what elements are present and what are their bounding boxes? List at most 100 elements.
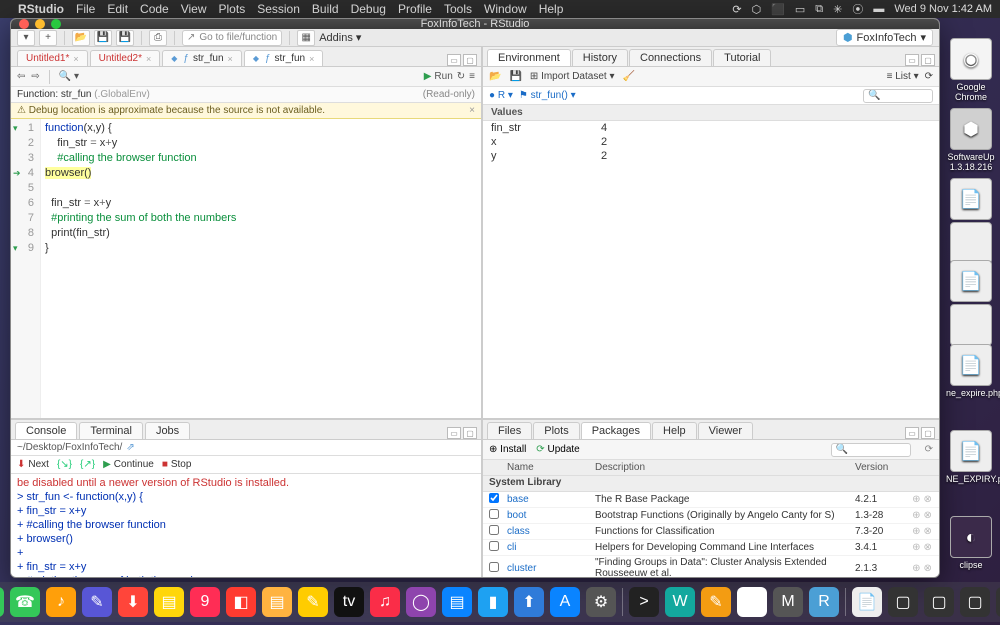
pane-min-icon[interactable]: ▭	[447, 427, 461, 439]
close-tab-icon[interactable]: ×	[146, 54, 151, 64]
dock-app[interactable]: ◧	[226, 587, 256, 617]
refresh-button[interactable]: ⟳	[925, 71, 933, 82]
menu-help[interactable]: Help	[539, 2, 564, 16]
env-tab-connections[interactable]: Connections	[629, 49, 712, 66]
save-workspace-button[interactable]: 💾	[509, 71, 521, 82]
fwd-button[interactable]: ⇨	[31, 71, 39, 82]
battery-icon[interactable]: ▬	[873, 3, 884, 15]
pkg-tab-viewer[interactable]: Viewer	[698, 422, 753, 439]
pane-max-icon[interactable]: ▢	[463, 54, 477, 66]
package-remove-icon[interactable]: ⊗	[924, 510, 932, 521]
package-checkbox[interactable]	[489, 493, 499, 503]
print-button[interactable]: ⎙	[149, 30, 167, 46]
dock-app[interactable]: R	[809, 587, 839, 617]
status-icon[interactable]: ▭	[795, 3, 805, 16]
dock-app[interactable]: ▢	[960, 587, 990, 617]
dock-app[interactable]: ◯	[406, 587, 436, 617]
menu-session[interactable]: Session	[257, 2, 300, 16]
refresh-packages-button[interactable]: ⟳	[925, 444, 933, 455]
new-file-button[interactable]: ▾	[17, 30, 35, 46]
package-name-link[interactable]: boot	[505, 510, 595, 521]
install-button[interactable]: ⊕ Install	[489, 444, 526, 455]
pkg-tab-packages[interactable]: Packages	[581, 422, 651, 439]
language-selector[interactable]: ● R ▾	[489, 90, 513, 101]
code-editor[interactable]: ▾123➔45678▾9 function(x,y) { fin_str = x…	[11, 119, 481, 418]
close-tab-icon[interactable]: ×	[73, 54, 78, 64]
goto-file-function[interactable]: ↗ Go to file/function	[182, 30, 282, 46]
package-checkbox[interactable]	[489, 541, 499, 551]
package-name-link[interactable]: class	[505, 526, 595, 537]
dock-app[interactable]: ⬆	[514, 587, 544, 617]
dock-app[interactable]: ▮	[478, 587, 508, 617]
dock-app[interactable]: ✎	[82, 587, 112, 617]
desktop-icon[interactable]: 📄ne_expire.php	[946, 344, 996, 398]
menu-view[interactable]: View	[181, 2, 207, 16]
menu-edit[interactable]: Edit	[107, 2, 128, 16]
pane-max-icon[interactable]: ▢	[921, 54, 935, 66]
console-output[interactable]: be disabled until a newer version of RSt…	[11, 474, 481, 578]
menu-profile[interactable]: Profile	[398, 2, 432, 16]
dock-app[interactable]: M	[773, 587, 803, 617]
pane-min-icon[interactable]: ▭	[905, 54, 919, 66]
save-all-button[interactable]: 💾	[116, 30, 134, 46]
package-web-icon[interactable]: ⊕	[912, 542, 920, 553]
menu-plots[interactable]: Plots	[219, 2, 246, 16]
import-dataset-button[interactable]: ⊞ Import Dataset ▾	[530, 71, 615, 82]
clock[interactable]: Wed 9 Nov 1:42 AM	[894, 3, 992, 15]
menu-window[interactable]: Window	[484, 2, 527, 16]
source-tab[interactable]: Untitled2* ×	[90, 50, 161, 66]
packages-search[interactable]	[831, 443, 911, 457]
function-scope[interactable]: ⚑ str_fun() ▾	[519, 90, 576, 101]
pkg-tab-files[interactable]: Files	[487, 422, 532, 439]
pkg-tab-help[interactable]: Help	[652, 422, 697, 439]
source-tab[interactable]: Untitled1* ×	[17, 50, 88, 66]
desktop-icon[interactable]: 📄	[946, 260, 996, 304]
clear-button[interactable]: 🧹	[622, 71, 634, 82]
status-icon[interactable]: ⬛	[771, 3, 785, 16]
debug-stop-button[interactable]: ■Stop	[162, 459, 192, 470]
dock-app[interactable]: tv	[334, 587, 364, 617]
console-tab-jobs[interactable]: Jobs	[145, 422, 190, 439]
menu-code[interactable]: Code	[140, 2, 169, 16]
package-checkbox[interactable]	[489, 509, 499, 519]
console-tab-terminal[interactable]: Terminal	[79, 422, 143, 439]
package-remove-icon[interactable]: ⊗	[924, 542, 932, 553]
status-icon[interactable]: ⬡	[752, 3, 762, 16]
close-warning-button[interactable]: ×	[469, 105, 475, 116]
pane-max-icon[interactable]: ▢	[921, 427, 935, 439]
source-tab[interactable]: ƒ str_fun ×	[162, 50, 242, 66]
update-button[interactable]: ⟳ Update	[536, 444, 579, 455]
package-name-link[interactable]: cli	[505, 542, 595, 553]
package-checkbox[interactable]	[489, 562, 499, 572]
status-icon[interactable]: ⟳	[732, 3, 741, 16]
env-variable-row[interactable]: y2	[483, 149, 939, 163]
dock-app[interactable]: ⚙	[586, 587, 616, 617]
find-button[interactable]: 🔍 ▾	[59, 71, 79, 82]
dock-app[interactable]: ▤	[154, 587, 184, 617]
environment-search[interactable]	[863, 89, 933, 103]
package-remove-icon[interactable]: ⊗	[924, 494, 932, 505]
view-mode-button[interactable]: ≡ List ▾	[887, 71, 919, 82]
pkg-tab-plots[interactable]: Plots	[533, 422, 579, 439]
load-workspace-button[interactable]: 📂	[489, 71, 501, 82]
pane-max-icon[interactable]: ▢	[463, 427, 477, 439]
desktop-icon[interactable]: ⬢SoftwareUp 1.3.18.216	[946, 108, 996, 172]
env-variable-row[interactable]: x2	[483, 135, 939, 149]
step-into-button[interactable]: {↘}	[57, 459, 72, 470]
console-tab-console[interactable]: Console	[15, 422, 77, 439]
env-variable-row[interactable]: fin_str4	[483, 121, 939, 135]
package-checkbox[interactable]	[489, 525, 499, 535]
dock-app[interactable]: ✉	[0, 587, 4, 617]
close-tab-icon[interactable]: ×	[228, 54, 233, 64]
open-file-button[interactable]: 📂	[72, 30, 90, 46]
bluetooth-icon[interactable]: ✳	[833, 3, 842, 16]
desktop-icon[interactable]: ◐clipse	[946, 516, 996, 570]
desktop-icon[interactable]: 📄NE_EXPIRY.php	[946, 430, 996, 484]
package-web-icon[interactable]: ⊕	[912, 494, 920, 505]
dock-app[interactable]: 📄	[852, 587, 882, 617]
package-remove-icon[interactable]: ⊗	[924, 526, 932, 537]
dock-app[interactable]: ▢	[924, 587, 954, 617]
back-button[interactable]: ⇦	[17, 71, 25, 82]
source-menu-button[interactable]: ≡	[469, 71, 475, 82]
menu-tools[interactable]: Tools	[444, 2, 472, 16]
